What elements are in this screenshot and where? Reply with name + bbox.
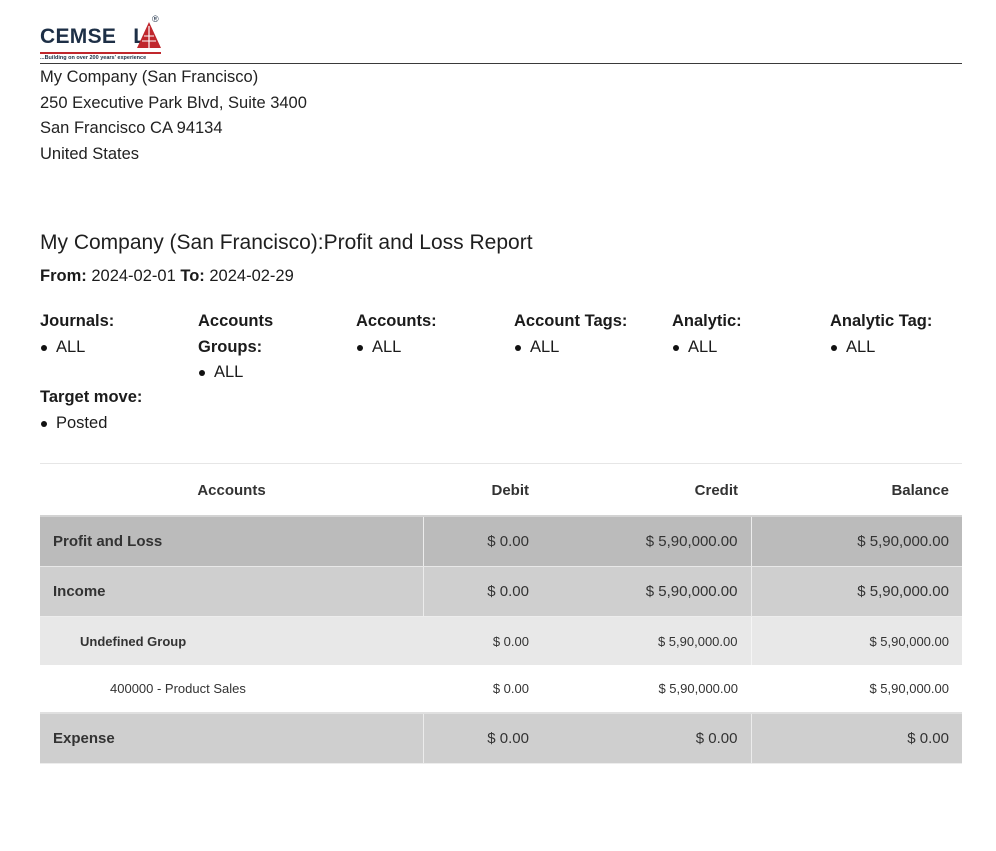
filter-value: ALL (514, 335, 627, 361)
filter-value: ALL (198, 360, 273, 386)
company-country: United States (40, 144, 140, 163)
header-accounts: Accounts (40, 465, 423, 517)
header-debit: Debit (423, 465, 542, 517)
company-street: 250 Executive Park Blvd, Suite 3400 (40, 93, 307, 112)
from-label: From: (40, 267, 87, 285)
account-name: Expense (40, 713, 423, 764)
filter-label: Accounts: (356, 312, 437, 330)
filter-value: ALL (356, 335, 437, 361)
filter-value: ALL (40, 335, 114, 361)
filter-value: ALL (830, 335, 932, 361)
credit-cell: $ 5,90,000.00 (542, 665, 751, 714)
account-name: Undefined Group (40, 616, 423, 665)
credit-cell: $ 0.00 (542, 713, 751, 764)
filter-accounts: Accounts: ALL (356, 309, 437, 360)
debit-cell: $ 0.00 (423, 665, 542, 714)
balance-cell: $ 0.00 (750, 713, 962, 764)
balance-cell: $ 5,90,000.00 (750, 516, 962, 567)
debit-cell: $ 0.00 (423, 616, 542, 665)
logo-underline (40, 52, 161, 54)
registered-mark: ® (152, 14, 159, 24)
account-name: Profit and Loss (40, 516, 423, 567)
account-name: 400000 - Product Sales (40, 665, 423, 714)
company-name: My Company (San Francisco) (40, 68, 259, 86)
table-row-profit-and-loss[interactable]: Profit and Loss $ 0.00 $ 5,90,000.00 $ 5… (40, 516, 962, 567)
to-label: To: (180, 267, 205, 285)
filter-analytic: Analytic: ALL (672, 309, 742, 360)
header-credit: Credit (542, 465, 751, 517)
logo-wordmark: CEMSE L (40, 25, 147, 48)
debit-cell: $ 0.00 (422, 713, 542, 764)
table-header-row: Accounts Debit Credit Balance (40, 465, 962, 517)
filter-journals: Journals: ALL (40, 309, 114, 360)
filter-label: Journals: (40, 312, 115, 330)
header-divider (40, 63, 962, 64)
filter-label: Analytic: (672, 312, 742, 330)
company-logo: CEMSE L ® ...Building on over 200 years' … (40, 14, 164, 64)
account-name: Income (40, 566, 423, 617)
filter-analytic-tag: Analytic Tag: ALL (830, 309, 932, 360)
table-row-undefined-group[interactable]: Undefined Group $ 0.00 $ 5,90,000.00 $ 5… (40, 616, 962, 665)
filter-label: Account Tags: (514, 312, 628, 330)
from-date: 2024-02-01 (91, 267, 176, 285)
filter-label: Analytic Tag: (830, 312, 933, 330)
balance-cell: $ 5,90,000.00 (750, 566, 962, 617)
debit-cell: $ 0.00 (422, 516, 542, 567)
credit-cell: $ 5,90,000.00 (542, 516, 751, 567)
filter-label: Target move: (40, 388, 143, 406)
filter-label: Accounts Groups: (198, 312, 274, 356)
table-row-product-sales[interactable]: 400000 - Product Sales $ 0.00 $ 5,90,000… (40, 665, 962, 714)
logo-triangle-icon (137, 22, 161, 48)
table-row-income[interactable]: Income $ 0.00 $ 5,90,000.00 $ 5,90,000.0… (40, 566, 962, 617)
company-address: My Company (San Francisco) 250 Executive… (40, 65, 307, 167)
filter-value: Posted (40, 411, 142, 437)
table-row-expense[interactable]: Expense $ 0.00 $ 0.00 $ 0.00 (40, 713, 962, 764)
debit-cell: $ 0.00 (422, 566, 542, 617)
filter-account-groups: Accounts Groups: ALL (198, 309, 273, 386)
header-balance: Balance (751, 465, 962, 517)
date-range: From: 2024-02-01 To: 2024-02-29 (40, 267, 294, 286)
credit-cell: $ 5,90,000.00 (542, 616, 751, 665)
credit-cell: $ 5,90,000.00 (542, 566, 751, 617)
balance-cell: $ 5,90,000.00 (751, 665, 962, 714)
table-top-divider (40, 463, 962, 464)
filter-value: ALL (672, 335, 742, 361)
to-date: 2024-02-29 (209, 267, 294, 285)
filter-account-tags: Account Tags: ALL (514, 309, 627, 360)
filter-target-move: Target move: Posted (40, 385, 142, 436)
logo-tagline: ...Building on over 200 years' experienc… (40, 55, 147, 61)
report-title: My Company (San Francisco):Profit and Lo… (40, 231, 533, 254)
balance-cell: $ 5,90,000.00 (750, 616, 962, 665)
company-city: San Francisco CA 94134 (40, 119, 223, 137)
profit-loss-table: Accounts Debit Credit Balance Profit and… (40, 465, 962, 764)
